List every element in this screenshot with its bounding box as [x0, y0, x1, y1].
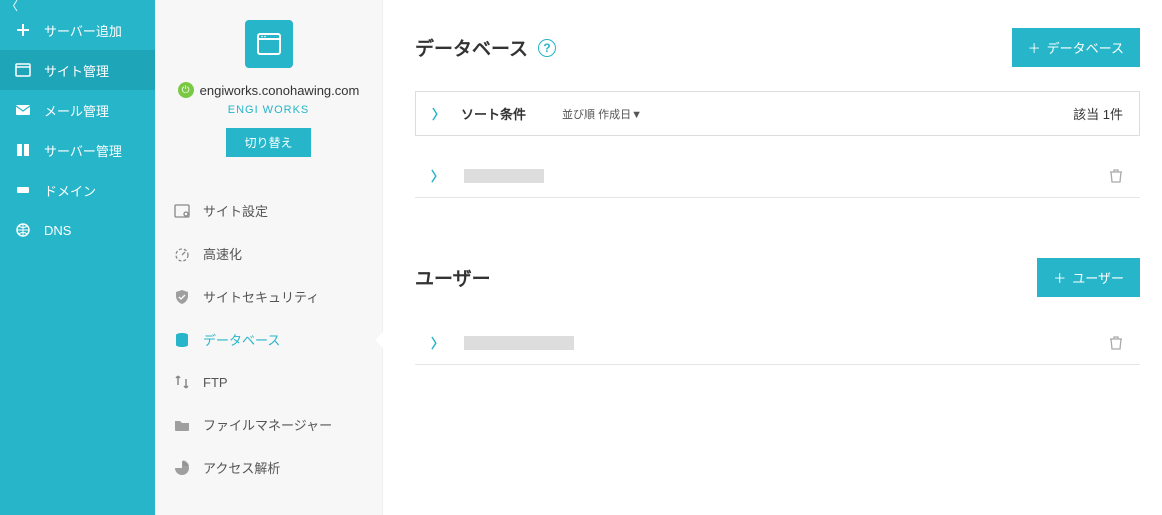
- site-header: ⏻ engiworks.conohawing.com ENGI WORKS 切り…: [155, 0, 382, 173]
- database-row[interactable]: 〉: [415, 154, 1140, 198]
- database-name-redacted: [464, 169, 544, 183]
- plus-icon: [14, 21, 32, 39]
- pie-chart-icon: [173, 459, 191, 477]
- settings-window-icon: [173, 202, 191, 220]
- site-domain-row: ⏻ engiworks.conohawing.com: [178, 82, 360, 98]
- menu-site-settings[interactable]: サイト設定: [155, 189, 382, 232]
- menu-access-analytics[interactable]: アクセス解析: [155, 446, 382, 489]
- menu-label: 高速化: [203, 244, 242, 263]
- sort-bar[interactable]: 〉 ソート条件 並び順 作成日▼ 該当 1件: [415, 91, 1140, 136]
- menu-security[interactable]: サイトセキュリティ: [155, 275, 382, 318]
- chevron-right-icon: 〉: [431, 333, 444, 352]
- site-menu: サイト設定 高速化 サイトセキュリティ データベース FTP ファイルマネージャ…: [155, 173, 382, 505]
- user-section-header: ユーザー ＋ ユーザー: [415, 258, 1140, 297]
- nav-back[interactable]: 〈: [0, 0, 155, 10]
- window-icon: [14, 61, 32, 79]
- add-database-label: データベース: [1047, 38, 1124, 57]
- menu-ftp[interactable]: FTP: [155, 361, 382, 403]
- nav-item-mail-manage[interactable]: メール管理: [0, 90, 155, 130]
- globe-icon: [14, 221, 32, 239]
- main-content: データベース ? ＋ データベース 〉 ソート条件 並び順 作成日▼ 該当 1件…: [383, 0, 1162, 515]
- mail-icon: [14, 101, 32, 119]
- user-title: ユーザー: [415, 264, 491, 291]
- menu-speed[interactable]: 高速化: [155, 232, 382, 275]
- add-user-label: ユーザー: [1072, 268, 1124, 287]
- add-user-button[interactable]: ＋ ユーザー: [1037, 258, 1140, 297]
- nav-item-dns[interactable]: DNS: [0, 210, 155, 250]
- user-row[interactable]: 〉: [415, 321, 1140, 365]
- ftp-arrows-icon: [173, 373, 191, 391]
- nav-label: メール管理: [44, 101, 109, 120]
- menu-label: サイトセキュリティ: [203, 287, 319, 306]
- user-name-redacted: [464, 336, 574, 350]
- folder-icon: [173, 416, 191, 434]
- plus-icon: ＋: [1053, 268, 1066, 287]
- sort-order[interactable]: 並び順 作成日▼: [562, 106, 642, 122]
- plus-icon: ＋: [1028, 38, 1041, 57]
- nav-item-server-add[interactable]: サーバー追加: [0, 10, 155, 50]
- primary-nav: 〈 サーバー追加 サイト管理 メール管理 サーバー管理 ドメイン DNS: [0, 0, 155, 515]
- delete-database-button[interactable]: [1108, 168, 1124, 184]
- chevron-right-icon: 〉: [432, 104, 445, 123]
- site-app-icon: [245, 20, 293, 68]
- nav-label: サイト管理: [44, 61, 109, 80]
- nav-label: ドメイン: [44, 181, 96, 200]
- delete-user-button[interactable]: [1108, 335, 1124, 351]
- menu-label: FTP: [203, 375, 228, 390]
- result-count: 該当 1件: [1073, 104, 1123, 123]
- chevron-right-icon: 〉: [431, 166, 444, 185]
- nav-item-server-manage[interactable]: サーバー管理: [0, 130, 155, 170]
- nav-item-domain[interactable]: ドメイン: [0, 170, 155, 210]
- nav-label: サーバー追加: [44, 21, 122, 40]
- add-database-button[interactable]: ＋ データベース: [1012, 28, 1140, 67]
- database-title: データベース: [415, 34, 528, 61]
- site-domain: engiworks.conohawing.com: [200, 83, 360, 98]
- database-icon: [173, 331, 191, 349]
- stopwatch-icon: [173, 245, 191, 263]
- nav-label: DNS: [44, 223, 71, 238]
- menu-label: データベース: [203, 330, 280, 349]
- server-icon: [14, 141, 32, 159]
- site-sublabel: ENGI WORKS: [228, 104, 310, 116]
- menu-label: サイト設定: [203, 201, 268, 220]
- menu-database[interactable]: データベース: [155, 318, 382, 361]
- power-icon: ⏻: [178, 82, 194, 98]
- menu-label: ファイルマネージャー: [203, 415, 332, 434]
- nav-item-site-manage[interactable]: サイト管理: [0, 50, 155, 90]
- sort-label: ソート条件: [461, 104, 526, 123]
- database-section-header: データベース ? ＋ データベース: [415, 28, 1140, 67]
- nav-label: サーバー管理: [44, 141, 122, 160]
- menu-file-manager[interactable]: ファイルマネージャー: [155, 403, 382, 446]
- menu-label: アクセス解析: [203, 458, 280, 477]
- site-sidebar: ⏻ engiworks.conohawing.com ENGI WORKS 切り…: [155, 0, 383, 515]
- tag-icon: [14, 181, 32, 199]
- switch-button[interactable]: 切り替え: [226, 128, 310, 157]
- help-icon[interactable]: ?: [538, 39, 556, 57]
- shield-icon: [173, 288, 191, 306]
